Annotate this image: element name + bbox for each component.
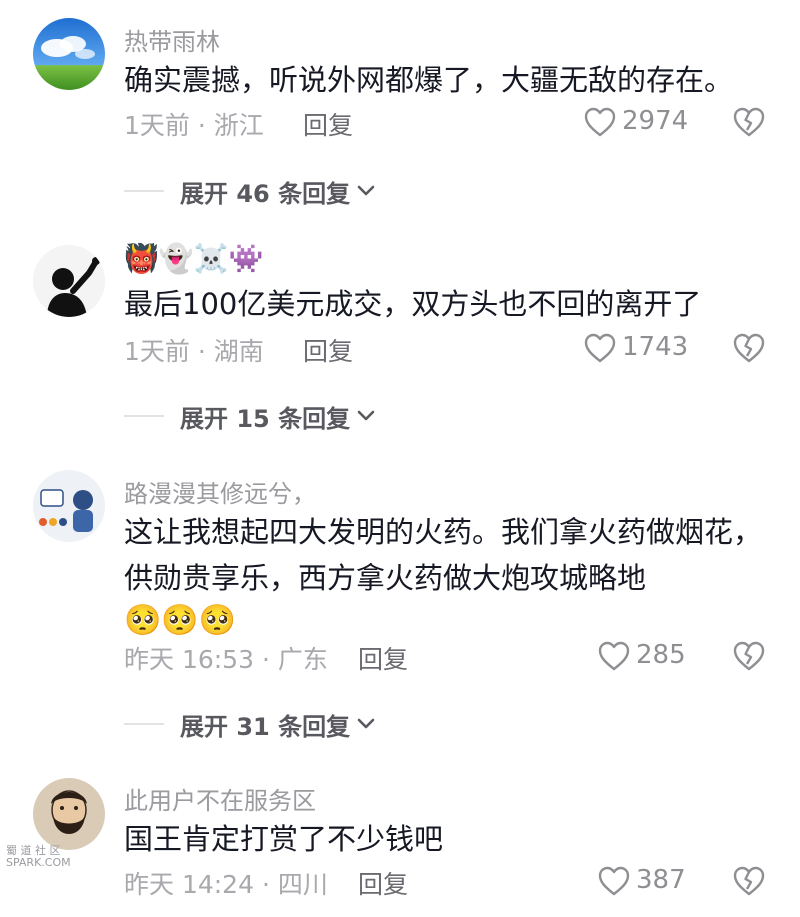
avatar-sky-image	[33, 18, 105, 90]
heart-icon[interactable]	[597, 865, 631, 897]
expand-replies-button[interactable]: 展开 15 条回复	[124, 396, 376, 436]
broken-heart-icon[interactable]	[732, 865, 766, 897]
reply-button[interactable]: 回复	[358, 865, 408, 901]
heart-icon[interactable]	[583, 106, 617, 138]
reply-button[interactable]: 回复	[303, 106, 353, 142]
like-count: 387	[636, 865, 686, 895]
avatar-cartoon-image	[33, 470, 105, 542]
expand-replies-label: 展开 46 条回复	[180, 179, 351, 208]
comment-item: 路漫漫其修远兮， 这让我想起四大发明的火药。我们拿火药做烟花，供勋贵享乐，西方拿…	[0, 450, 800, 760]
comment-text: 最后100亿美元成交，双方头也不回的离开了	[124, 287, 702, 321]
avatar-silhouette-image	[33, 245, 105, 317]
comment-meta: 1天前 · 浙江	[124, 111, 264, 140]
avatar-bearded-face-image	[33, 778, 105, 850]
expand-replies-button[interactable]: 展开 31 条回复	[124, 704, 376, 744]
comment-text: 这让我想起四大发明的火药。我们拿火药做烟花，供勋贵享乐，西方拿火药做大炮攻城略地…	[124, 509, 774, 641]
divider	[124, 723, 164, 725]
reply-button[interactable]: 回复	[358, 640, 408, 676]
expand-replies-button[interactable]: 展开 46 条回复	[124, 171, 376, 211]
chevron-down-icon	[357, 185, 375, 196]
like-count: 1743	[622, 332, 689, 362]
divider	[124, 415, 164, 417]
like-count: 285	[636, 640, 686, 670]
comment-item: 此用户不在服务区 国王肯定打赏了不少钱吧 昨天 14:24 · 四川 回复 38…	[0, 760, 800, 917]
reply-button[interactable]: 回复	[303, 332, 353, 368]
comment-emoji-reactions: 🥺🥺🥺	[124, 603, 237, 638]
divider	[124, 190, 164, 192]
avatar[interactable]	[33, 778, 105, 850]
comment-item: 👹👻☠️👾 最后100亿美元成交，双方头也不回的离开了 1天前 · 湖南 回复 …	[0, 225, 800, 445]
comment-text: 确实震撼，听说外网都爆了，大疆无敌的存在。	[124, 63, 734, 97]
comment-item: 热带雨林 确实震撼，听说外网都爆了，大疆无敌的存在。 1天前 · 浙江 回复 2…	[0, 0, 800, 220]
like-count: 2974	[622, 106, 689, 136]
expand-replies-label: 展开 15 条回复	[180, 404, 351, 433]
watermark: 蜀 道 社 区 SPARK.COM	[6, 845, 71, 869]
comment-meta: 昨天 16:53 · 广东	[124, 645, 328, 674]
broken-heart-icon[interactable]	[732, 106, 766, 138]
expand-replies-label: 展开 31 条回复	[180, 712, 351, 741]
avatar[interactable]	[33, 470, 105, 542]
avatar[interactable]	[33, 18, 105, 90]
avatar[interactable]	[33, 245, 105, 317]
username[interactable]: 热带雨林	[124, 22, 220, 57]
username-emoji[interactable]: 👹👻☠️👾	[124, 245, 263, 273]
comment-text: 国王肯定打赏了不少钱吧	[124, 822, 444, 856]
username[interactable]: 路漫漫其修远兮，	[124, 474, 316, 509]
chevron-down-icon	[357, 410, 375, 421]
comment-text-body: 这让我想起四大发明的火药。我们拿火药做烟花，供勋贵享乐，西方拿火药做大炮攻城略地	[124, 515, 763, 595]
comment-meta: 1天前 · 湖南	[124, 337, 264, 366]
username[interactable]: 此用户不在服务区	[124, 781, 316, 816]
chevron-down-icon	[357, 718, 375, 729]
heart-icon[interactable]	[583, 332, 617, 364]
broken-heart-icon[interactable]	[732, 332, 766, 364]
broken-heart-icon[interactable]	[732, 640, 766, 672]
watermark-line-2: SPARK.COM	[6, 856, 71, 869]
comment-meta: 昨天 14:24 · 四川	[124, 870, 328, 899]
heart-icon[interactable]	[597, 640, 631, 672]
